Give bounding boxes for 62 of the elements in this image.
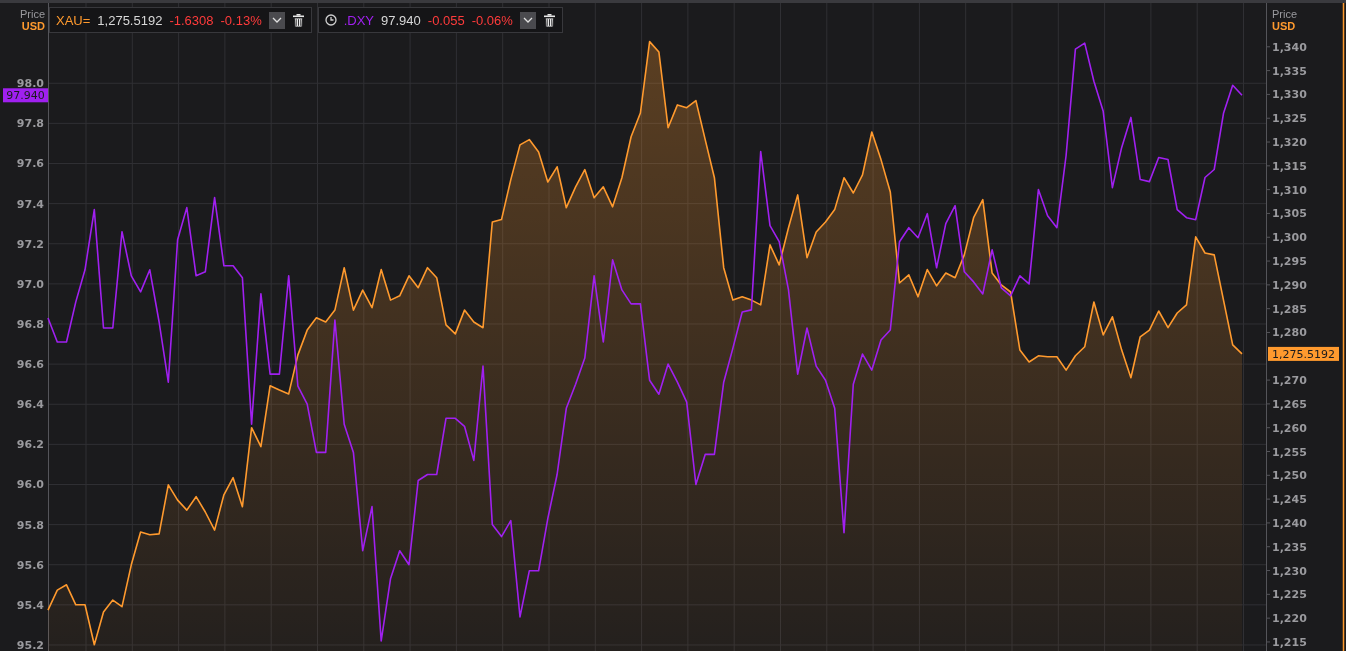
axis-tick-label: 1,290 <box>1272 278 1307 292</box>
ticker-price: 97.940 <box>381 12 421 28</box>
axis-tick-label: 1,320 <box>1272 136 1307 150</box>
axis-label: Price <box>1272 8 1298 20</box>
axis-unit: USD <box>1272 20 1296 32</box>
axis-tick-label: 1,250 <box>1272 469 1307 483</box>
axis-tick-label: 1,300 <box>1272 231 1307 245</box>
axis-tick-label: 1,315 <box>1272 159 1307 173</box>
axis-tick-label: 96.8 <box>16 318 44 331</box>
axis-tick-label: 1,295 <box>1272 255 1307 269</box>
axis-tick-label: 96.6 <box>16 358 44 372</box>
axis-tick-label: 1,285 <box>1272 302 1307 316</box>
axis-tick-label: 1,325 <box>1272 112 1307 126</box>
axis-tick-label: 1,255 <box>1272 445 1307 459</box>
axis-tick-label: 1,265 <box>1272 397 1307 411</box>
axis-tick-label: 1,240 <box>1272 516 1307 530</box>
axis-tick-label: 1,280 <box>1272 326 1307 340</box>
axis-tick-label: 1,215 <box>1272 635 1307 649</box>
axis-tick-label: 98.0 <box>16 77 44 91</box>
axis-tick-label: 1,340 <box>1272 40 1307 54</box>
ticker-symbol: XAU= <box>56 12 91 28</box>
axis-tick-label: 95.2 <box>16 639 44 651</box>
axis-tick-label: 1,220 <box>1272 612 1307 626</box>
axis-tick-label: 1,335 <box>1272 64 1307 78</box>
axis-tick-label: 97.8 <box>16 117 44 131</box>
ticker-change: -0.055 <box>427 12 465 28</box>
ticker-change: -1.6308 <box>169 12 214 28</box>
axis-tick-label: 97.6 <box>16 157 44 171</box>
dropdown-button[interactable] <box>519 11 536 29</box>
axis-tick-label: 1,310 <box>1272 183 1307 197</box>
axis-tick-label: 1,330 <box>1272 88 1307 102</box>
trash-icon <box>543 13 555 27</box>
axis-tick-label: 1,230 <box>1272 564 1307 578</box>
price-tag: 1,275.5192 <box>1268 346 1339 361</box>
axis-tick-label: 95.4 <box>16 598 44 612</box>
ticker-symbol: .DXY <box>343 12 375 28</box>
ticker-change-percent: -0.06% <box>471 12 513 28</box>
axis-tick-label: 95.8 <box>16 518 44 532</box>
axis-tick-label: 95.6 <box>16 558 44 572</box>
axis-tick-label: 96.0 <box>16 478 44 492</box>
chevron-down-icon <box>271 17 282 23</box>
price-tag: 97.940 <box>3 88 48 103</box>
axis-tick-label: 1,270 <box>1272 374 1307 388</box>
axis-tick-label: 1,245 <box>1272 493 1307 507</box>
axis-tick-label: 96.4 <box>16 398 44 412</box>
delete-button[interactable] <box>291 11 305 29</box>
dropdown-button[interactable] <box>268 11 285 29</box>
axis-label: Price <box>19 8 45 20</box>
ticker-price: 1,275.5192 <box>97 12 163 28</box>
axis-tick-label: 97.2 <box>16 237 44 251</box>
chevron-down-icon <box>522 17 533 23</box>
axis-unit: USD <box>21 20 45 32</box>
axis-tick-label: 1,260 <box>1272 421 1307 435</box>
axis-tick-label: 97.4 <box>16 197 44 211</box>
axis-tick-label: 96.2 <box>16 438 44 452</box>
delete-button[interactable] <box>542 11 556 29</box>
axis-tick-label: 1,225 <box>1272 588 1307 602</box>
axis-tick-label: 1,305 <box>1272 207 1307 221</box>
trash-icon <box>292 13 304 27</box>
axis-tick-label: 1,235 <box>1272 540 1307 554</box>
ticker-change-percent: -0.13% <box>220 12 262 28</box>
axis-tick-label: 97.0 <box>16 277 44 291</box>
